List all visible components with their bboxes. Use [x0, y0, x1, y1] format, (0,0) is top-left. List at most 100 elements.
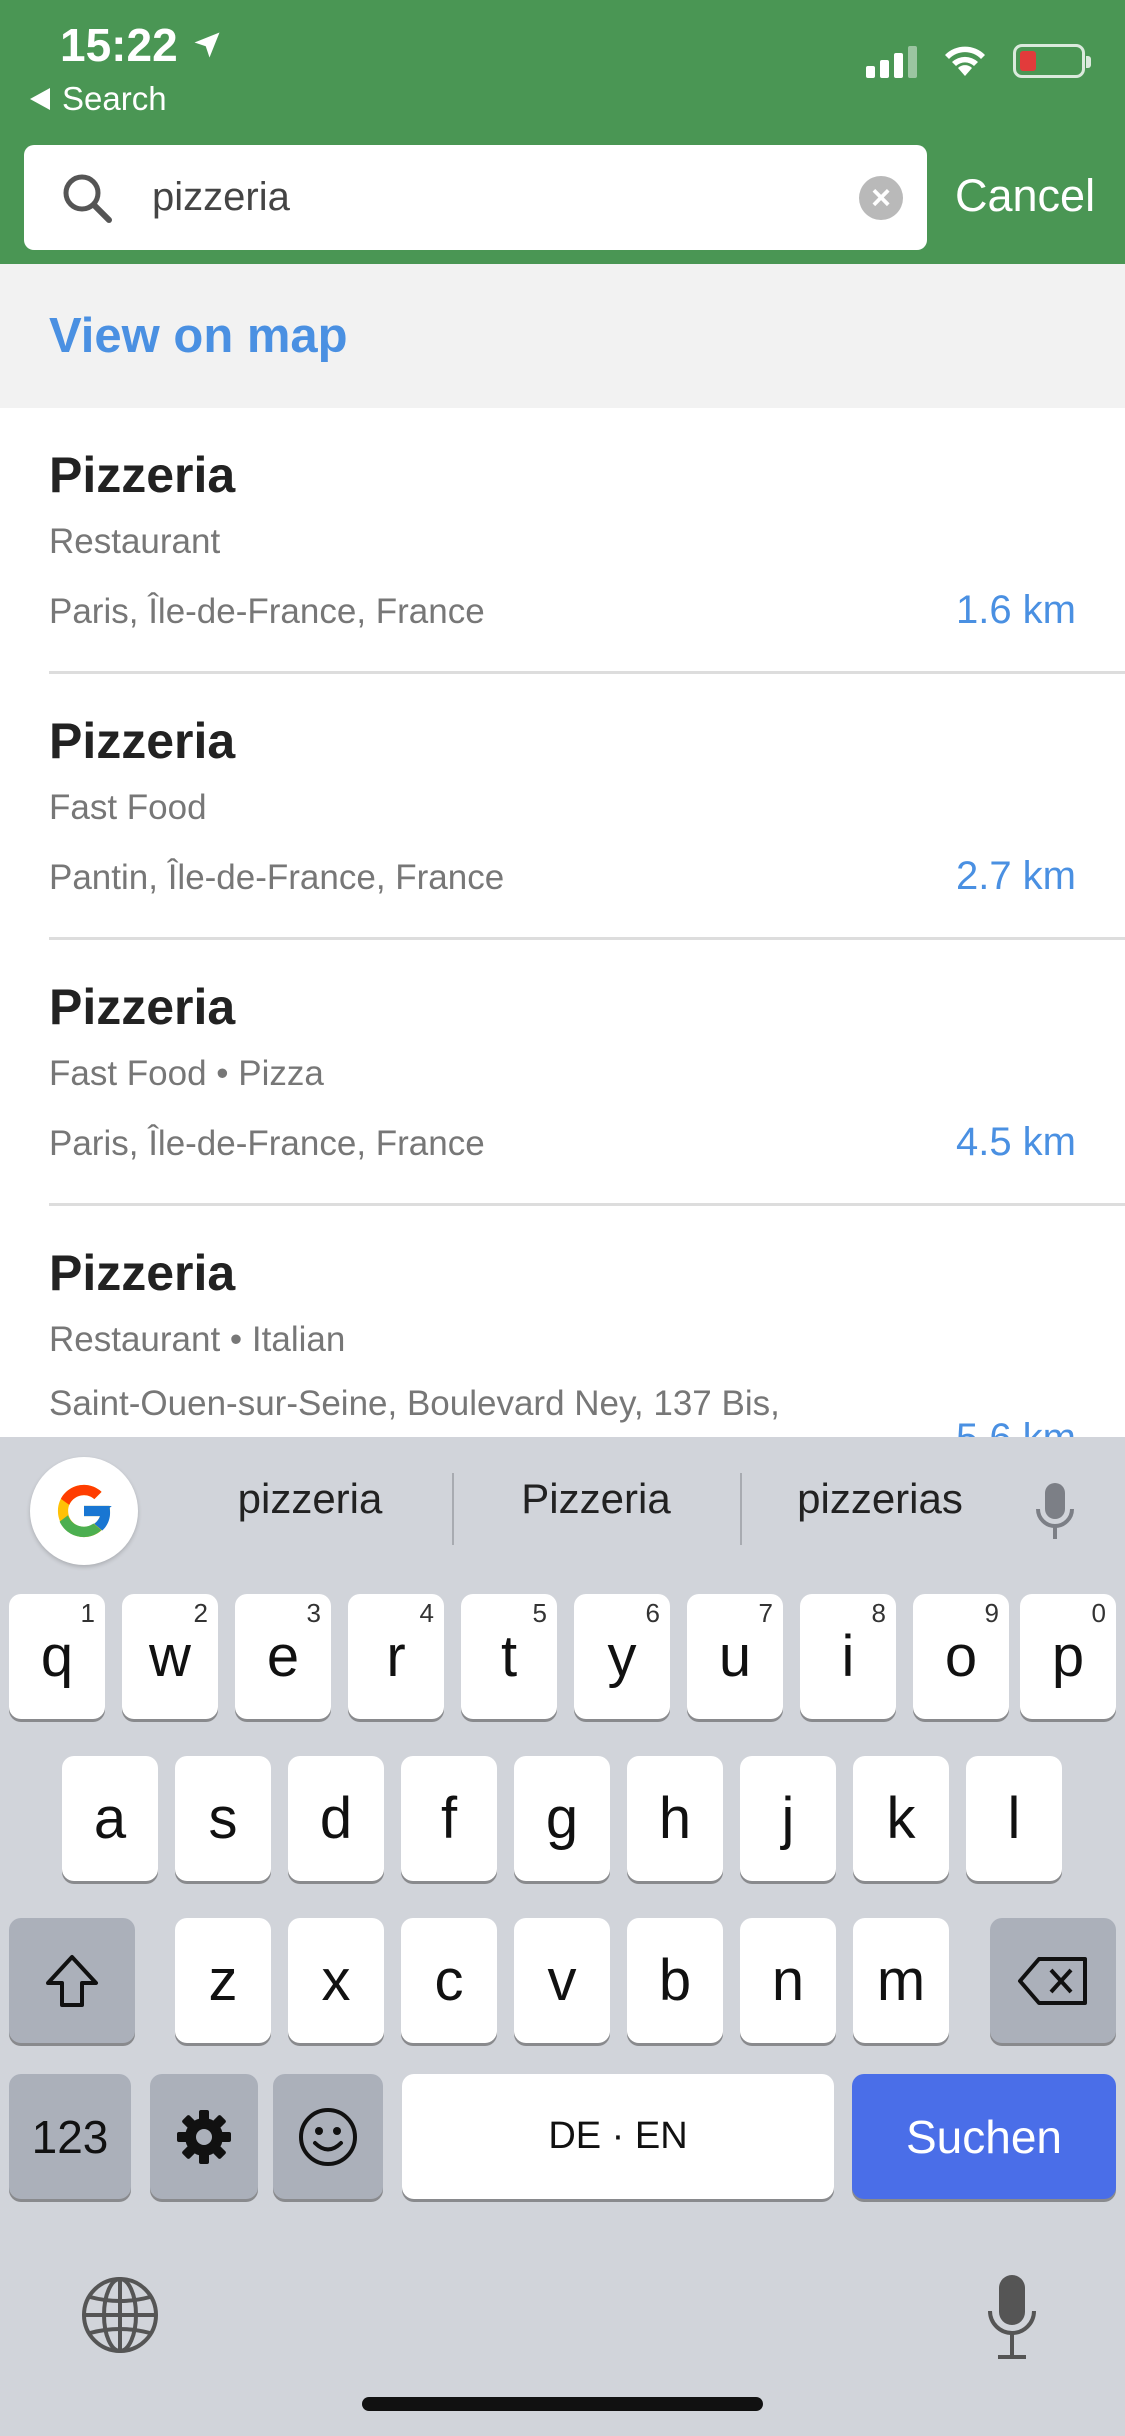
numbers-key[interactable]: 123 — [9, 2074, 131, 2199]
key-g[interactable]: g — [514, 1756, 610, 1881]
key-label: o — [944, 1624, 978, 1689]
key-hint: 5 — [532, 1598, 547, 1628]
result-address: Saint-Ouen-sur-Seine, Boulevard Ney, 137… — [49, 1384, 780, 1423]
search-submit-key[interactable]: Suchen — [852, 2074, 1116, 2199]
key-k[interactable]: k — [853, 1756, 949, 1881]
key-label: e — [266, 1624, 300, 1689]
result-name: Pizzeria — [49, 979, 236, 1035]
keyboard: pizzeria Pizzeria pizzerias q1 w2 e3 r4 … — [0, 1437, 1125, 2436]
key-q[interactable]: q1 — [9, 1594, 105, 1719]
emoji-key[interactable] — [273, 2074, 383, 2199]
result-address: Paris, Île-de-France, France — [49, 1124, 485, 1163]
key-d[interactable]: d — [288, 1756, 384, 1881]
status-time-text: 15:22 — [60, 19, 178, 71]
key-y[interactable]: y6 — [574, 1594, 670, 1719]
key-hint: 9 — [984, 1598, 999, 1628]
result-name: Pizzeria — [49, 1245, 236, 1301]
suggestion-separator — [452, 1473, 454, 1545]
result-item[interactable]: Pizzeria Fast Food • Pizza Paris, Île-de… — [0, 940, 1125, 1206]
space-key[interactable]: DE · EN — [402, 2074, 834, 2199]
clear-search-icon[interactable]: × — [859, 175, 903, 220]
search-input[interactable] — [152, 175, 859, 220]
back-triangle-icon — [30, 88, 50, 110]
suggestion-bar: pizzeria Pizzeria pizzerias — [0, 1437, 1125, 1577]
key-x[interactable]: x — [288, 1918, 384, 2043]
key-l[interactable]: l — [966, 1756, 1062, 1881]
key-hint: 1 — [80, 1598, 95, 1628]
settings-key[interactable] — [150, 2074, 258, 2199]
key-label: y — [607, 1624, 637, 1689]
key-label: q — [40, 1624, 74, 1689]
status-indicators — [866, 44, 1091, 78]
key-label: r — [386, 1624, 406, 1689]
header-bar: 15:22 Search × Cancel — [0, 0, 1125, 264]
suggestion-item[interactable]: pizzeria — [190, 1475, 430, 1523]
key-hint: 6 — [645, 1598, 660, 1628]
key-label: w — [149, 1624, 191, 1689]
result-distance: 2.7 km — [955, 854, 1076, 898]
key-hint: 0 — [1091, 1598, 1106, 1628]
key-c[interactable]: c — [401, 1918, 497, 2043]
back-to-search-link[interactable]: Search — [30, 80, 167, 118]
key-b[interactable]: b — [627, 1918, 723, 2043]
view-on-map-row[interactable]: View on map — [0, 264, 1125, 408]
key-z[interactable]: z — [175, 1918, 271, 2043]
search-field[interactable]: × — [24, 145, 927, 250]
key-o[interactable]: o9 — [913, 1594, 1009, 1719]
suggestion-item[interactable]: Pizzeria — [476, 1475, 716, 1523]
key-hint: 3 — [306, 1598, 321, 1628]
globe-icon[interactable] — [80, 2275, 160, 2355]
google-logo-icon[interactable] — [30, 1457, 138, 1565]
home-indicator[interactable] — [362, 2397, 763, 2411]
battery-icon — [1013, 44, 1091, 78]
cellular-signal-icon — [866, 44, 917, 78]
result-distance: 4.5 km — [955, 1120, 1076, 1164]
search-icon — [63, 174, 112, 223]
suggestion-item[interactable]: pizzerias — [760, 1475, 1000, 1523]
key-f[interactable]: f — [401, 1756, 497, 1881]
key-hint: 7 — [758, 1598, 773, 1628]
key-j[interactable]: j — [740, 1756, 836, 1881]
key-h[interactable]: h — [627, 1756, 723, 1881]
key-label: u — [718, 1624, 752, 1689]
result-distance: 1.6 km — [955, 588, 1076, 632]
result-name: Pizzeria — [49, 447, 236, 503]
key-i[interactable]: i8 — [800, 1594, 896, 1719]
key-e[interactable]: e3 — [235, 1594, 331, 1719]
result-category: Restaurant • Italian — [49, 1320, 346, 1359]
location-arrow-icon — [194, 32, 220, 58]
key-label: t — [500, 1624, 518, 1689]
backspace-key[interactable] — [990, 1918, 1116, 2043]
voice-input-icon[interactable] — [1030, 1481, 1080, 1541]
key-r[interactable]: r4 — [348, 1594, 444, 1719]
gear-icon — [177, 2109, 231, 2164]
suggestion-separator — [740, 1473, 742, 1545]
key-n[interactable]: n — [740, 1918, 836, 2043]
google-g-icon — [57, 1484, 112, 1538]
status-time: 15:22 — [60, 18, 222, 72]
view-on-map-link[interactable]: View on map — [49, 308, 348, 364]
key-w[interactable]: w2 — [122, 1594, 218, 1719]
key-p[interactable]: p0 — [1020, 1594, 1116, 1719]
key-u[interactable]: u7 — [687, 1594, 783, 1719]
key-m[interactable]: m — [853, 1918, 949, 2043]
shift-arrow-icon — [46, 1954, 98, 2007]
result-item[interactable]: Pizzeria Fast Food Pantin, Île-de-France… — [0, 674, 1125, 940]
result-item[interactable]: Pizzeria Restaurant • Italian Saint-Ouen… — [0, 1206, 1125, 1472]
result-address: Paris, Île-de-France, France — [49, 592, 485, 631]
key-a[interactable]: a — [62, 1756, 158, 1881]
back-link-label: Search — [62, 80, 167, 117]
key-v[interactable]: v — [514, 1918, 610, 2043]
backspace-icon — [1018, 1956, 1087, 2005]
result-address: Pantin, Île-de-France, France — [49, 858, 505, 897]
cancel-button[interactable]: Cancel — [955, 170, 1095, 222]
dictation-microphone-icon[interactable] — [982, 2271, 1042, 2363]
key-hint: 4 — [419, 1598, 434, 1628]
key-t[interactable]: t5 — [461, 1594, 557, 1719]
shift-key[interactable] — [9, 1918, 135, 2043]
result-category: Fast Food — [49, 788, 207, 827]
wifi-icon — [945, 46, 985, 76]
key-label: p — [1051, 1624, 1085, 1689]
key-s[interactable]: s — [175, 1756, 271, 1881]
result-item[interactable]: Pizzeria Restaurant Paris, Île-de-France… — [0, 408, 1125, 674]
